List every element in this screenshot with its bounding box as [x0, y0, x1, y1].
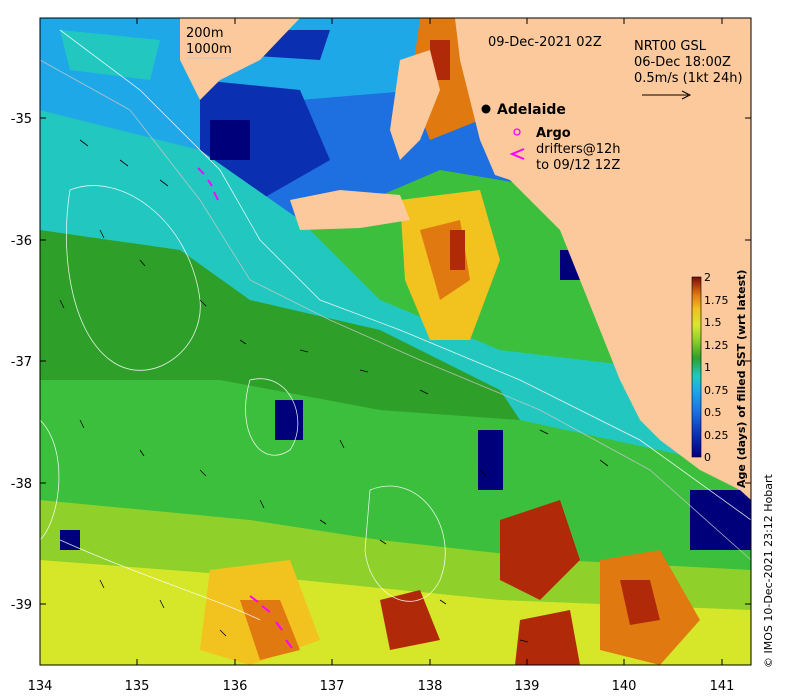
- x-tick-label: 138: [418, 679, 443, 694]
- x-tick-label: 135: [125, 679, 150, 694]
- sst-field: [40, 18, 751, 665]
- x-tick-label: 139: [515, 679, 540, 694]
- x-tick-label: 141: [710, 679, 735, 694]
- date-title: 09-Dec-2021 02Z: [488, 35, 602, 50]
- colorbar-tick-label: 0.25: [704, 429, 729, 442]
- y-tick-label: -36: [11, 234, 32, 249]
- x-tick-label: 140: [612, 679, 637, 694]
- drifters-label-line2: to 09/12 12Z: [536, 158, 620, 173]
- current-source-line2: 06-Dec 18:00Z: [634, 55, 731, 70]
- y-tick-label: -35: [11, 112, 32, 127]
- contour-legend-1000m: 1000m: [186, 42, 232, 57]
- sst-age-map: 134 135 136 137 138 139 140 141 -35 -36 …: [11, 17, 752, 694]
- colorbar-tick-label: 1.25: [704, 339, 729, 352]
- argo-label: Argo: [536, 126, 571, 141]
- x-tick-label: 136: [223, 679, 248, 694]
- city-label: Adelaide: [497, 102, 566, 118]
- x-tick-label: 134: [28, 679, 53, 694]
- current-source-line1: NRT00 GSL: [634, 39, 707, 54]
- colorbar-tick-label: 2: [704, 271, 711, 284]
- x-tick-label: 137: [320, 679, 345, 694]
- y-tick-label: -38: [11, 477, 32, 492]
- colorbar-tick-label: 0.5: [704, 406, 722, 419]
- colorbar-title: Age (days) of filled SST (wrt latest): [735, 270, 748, 488]
- y-tick-label: -37: [11, 355, 32, 370]
- contour-legend-200m: 200m: [186, 26, 223, 41]
- colorbar-tick-label: 0: [704, 451, 711, 464]
- colorbar-tick-label: 1.75: [704, 294, 729, 307]
- current-source-line3: 0.5m/s (1kt 24h): [634, 71, 743, 86]
- colorbar-tick-label: 1.5: [704, 316, 722, 329]
- y-tick-label: -39: [11, 598, 32, 613]
- colorbar-tick-label: 0.75: [704, 384, 729, 397]
- colorbar-tick-label: 1: [704, 361, 711, 374]
- copyright-notice: © IMOS 10-Dec-2021 23:12 Hobart: [762, 474, 775, 668]
- drifters-label-line1: drifters@12h: [536, 142, 621, 157]
- city-marker-icon: [481, 104, 491, 114]
